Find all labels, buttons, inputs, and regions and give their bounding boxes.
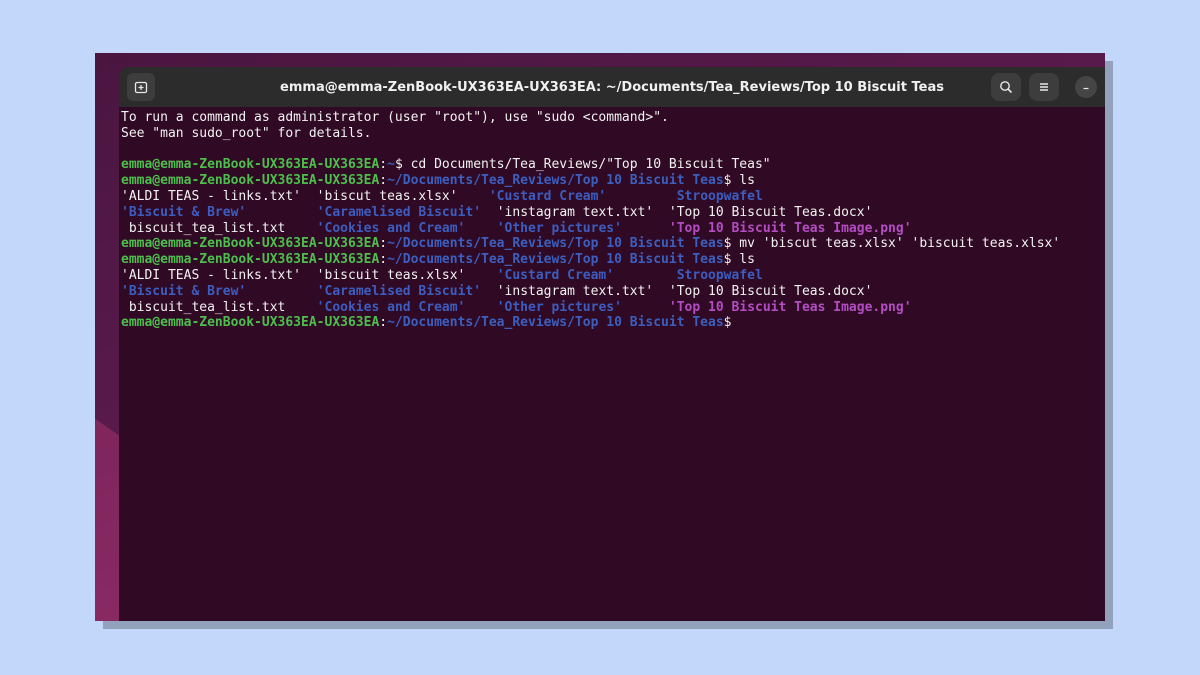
- terminal-text: :: [379, 157, 388, 173]
- terminal-text: :: [379, 315, 388, 331]
- prompt-path: ~: [387, 157, 395, 173]
- minimize-icon: [1081, 82, 1091, 92]
- terminal-line: 'ALDI TEAS - links.txt' 'biscuit teas.xl…: [121, 268, 1103, 284]
- terminal-text: $ mv 'biscut teas.xlsx' 'biscuit teas.xl…: [723, 236, 1061, 252]
- terminal-line: 'Biscuit & Brew' 'Caramelised Biscuit' '…: [121, 284, 1103, 300]
- terminal-line: 'Biscuit & Brew' 'Caramelised Biscuit' '…: [121, 205, 1103, 221]
- terminal-text: 'ALDI TEAS - links.txt' 'biscuit teas.xl…: [121, 267, 497, 283]
- terminal-text: $ ls: [723, 252, 755, 268]
- hamburger-menu-icon: [1037, 80, 1051, 94]
- terminal-text: $ ls: [723, 173, 755, 189]
- title-bar[interactable]: emma@emma-ZenBook-UX363EA-UX363EA: ~/Doc…: [119, 67, 1105, 107]
- prompt-user: emma@emma-ZenBook-UX363EA-UX363EA: [121, 252, 380, 268]
- terminal-text: :: [379, 173, 388, 189]
- menu-button[interactable]: [1029, 73, 1059, 101]
- terminal-text: biscuit_tea_list.txt: [121, 299, 317, 315]
- prompt-path: ~/Documents/Tea_Reviews/Top 10 Biscuit T…: [387, 315, 724, 331]
- terminal-line: biscuit_tea_list.txt 'Cookies and Cream'…: [121, 300, 1103, 316]
- terminal-output[interactable]: To run a command as administrator (user …: [119, 107, 1105, 331]
- directory-entry: 'Caramelised Biscuit': [316, 204, 482, 220]
- prompt-user: emma@emma-ZenBook-UX363EA-UX363EA: [121, 173, 380, 189]
- terminal-text: biscuit_tea_list.txt: [121, 220, 317, 236]
- directory-entry: 'Other pictures': [496, 299, 622, 315]
- directory-entry: 'Caramelised Biscuit': [316, 283, 482, 299]
- directory-entry: 'Cookies and Cream': [316, 299, 466, 315]
- prompt-path: ~/Documents/Tea_Reviews/Top 10 Biscuit T…: [387, 252, 724, 268]
- terminal-line: emma@emma-ZenBook-UX363EA-UX363EA:~/Docu…: [121, 315, 1103, 331]
- terminal-line: biscuit_tea_list.txt 'Cookies and Cream'…: [121, 221, 1103, 237]
- desktop-background: emma@emma-ZenBook-UX363EA-UX363EA: ~/Doc…: [95, 53, 1105, 621]
- prompt-user: emma@emma-ZenBook-UX363EA-UX363EA: [121, 315, 380, 331]
- window-title: emma@emma-ZenBook-UX363EA-UX363EA: ~/Doc…: [280, 79, 944, 95]
- terminal-text: 'instagram text.txt' 'Top 10 Biscuit Tea…: [481, 204, 873, 220]
- terminal-line: emma@emma-ZenBook-UX363EA-UX363EA:~/Docu…: [121, 252, 1103, 268]
- directory-entry: 'Custard Cream': [488, 188, 607, 204]
- minimize-button[interactable]: [1075, 76, 1097, 98]
- terminal-line: See "man sudo_root" for details.: [121, 126, 1103, 142]
- prompt-user: emma@emma-ZenBook-UX363EA-UX363EA: [121, 157, 380, 173]
- image-file-entry: 'Top 10 Biscuit Teas Image.png': [668, 220, 912, 236]
- terminal-window[interactable]: emma@emma-ZenBook-UX363EA-UX363EA: ~/Doc…: [119, 67, 1105, 621]
- prompt-path: ~/Documents/Tea_Reviews/Top 10 Biscuit T…: [387, 236, 724, 252]
- terminal-text: 'instagram text.txt' 'Top 10 Biscuit Tea…: [481, 283, 873, 299]
- directory-entry: 'Biscuit & Brew': [121, 283, 247, 299]
- prompt-path: ~/Documents/Tea_Reviews/Top 10 Biscuit T…: [387, 173, 724, 189]
- search-icon: [999, 80, 1013, 94]
- prompt-user: emma@emma-ZenBook-UX363EA-UX363EA: [121, 236, 380, 252]
- terminal-text: See "man sudo_root" for details.: [121, 125, 372, 141]
- terminal-line: emma@emma-ZenBook-UX363EA-UX363EA:~$ cd …: [121, 157, 1103, 173]
- terminal-text: $ cd Documents/Tea_Reviews/"Top 10 Biscu…: [394, 157, 771, 173]
- terminal-line: 'ALDI TEAS - links.txt' 'biscut teas.xls…: [121, 189, 1103, 205]
- directory-entry: 'Cookies and Cream': [316, 220, 466, 236]
- directory-entry: Stroopwafel: [676, 267, 763, 283]
- directory-entry: 'Custard Cream': [496, 267, 615, 283]
- search-button[interactable]: [991, 73, 1021, 101]
- terminal-text: :: [379, 236, 388, 252]
- directory-entry: Stroopwafel: [676, 188, 763, 204]
- terminal-line: emma@emma-ZenBook-UX363EA-UX363EA:~/Docu…: [121, 173, 1103, 189]
- terminal-text: :: [379, 252, 388, 268]
- terminal-text: $: [723, 315, 732, 331]
- directory-entry: 'Biscuit & Brew': [121, 204, 247, 220]
- terminal-text: 'ALDI TEAS - links.txt' 'biscut teas.xls…: [121, 188, 489, 204]
- terminal-line: emma@emma-ZenBook-UX363EA-UX363EA:~/Docu…: [121, 236, 1103, 252]
- terminal-text: To run a command as administrator (user …: [121, 110, 669, 125]
- terminal-line: To run a command as administrator (user …: [121, 110, 1103, 126]
- directory-entry: 'Other pictures': [496, 220, 622, 236]
- image-file-entry: 'Top 10 Biscuit Teas Image.png': [668, 299, 912, 315]
